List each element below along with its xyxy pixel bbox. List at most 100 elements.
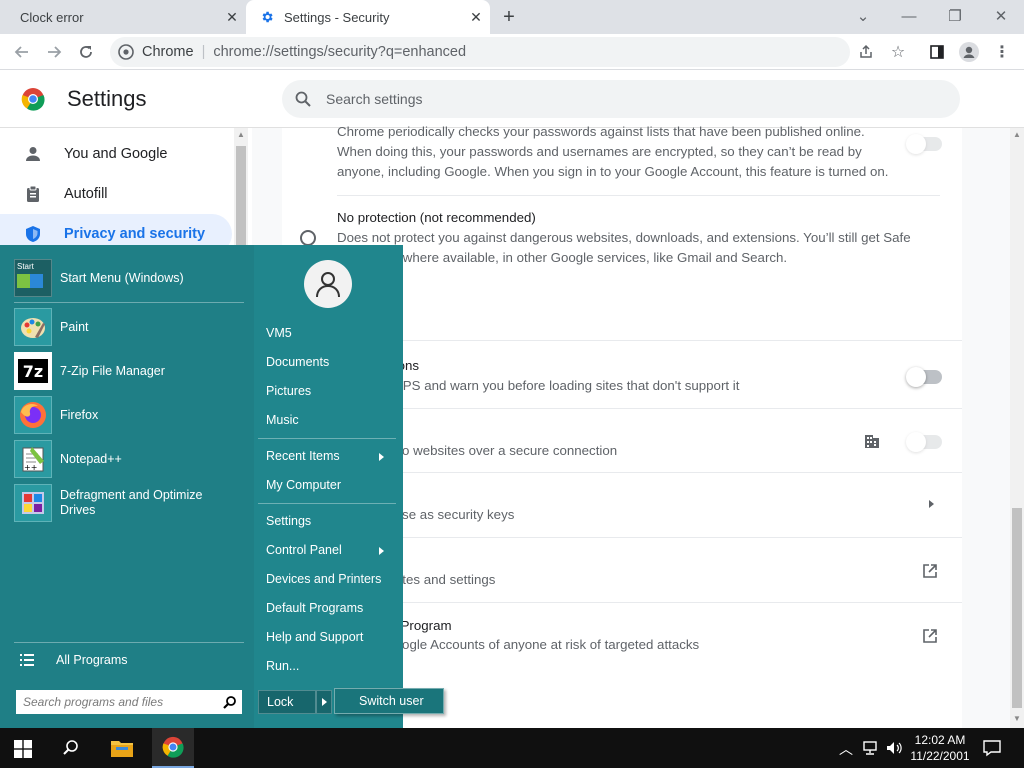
search-programs-input[interactable]: Search programs and files xyxy=(16,690,242,714)
close-tab-icon[interactable]: ✕ xyxy=(468,9,484,25)
scroll-up-arrow-icon[interactable]: ▲ xyxy=(1013,130,1021,139)
shutdown-options-button[interactable] xyxy=(316,690,332,714)
clock-date: 11/22/2001 xyxy=(910,749,970,763)
browser-toolbar: Chrome | chrome://settings/security?q=en… xyxy=(0,34,1024,70)
recent-items-label: Recent Items xyxy=(266,449,340,463)
external-link-icon[interactable] xyxy=(922,563,938,579)
all-programs-button[interactable]: All Programs xyxy=(14,648,250,672)
main-scrollbar[interactable]: ▲ ▼ xyxy=(1010,128,1024,728)
tab-settings-security[interactable]: Settings - Security ✕ xyxy=(246,0,490,34)
settings-link[interactable]: Settings xyxy=(266,514,311,528)
control-panel-link[interactable]: Control Panel xyxy=(266,543,396,557)
music-link[interactable]: Music xyxy=(266,413,299,427)
my-computer-link[interactable]: My Computer xyxy=(266,478,341,492)
program-label: Defragment and Optimize Drives xyxy=(60,488,203,517)
secure-dns-toggle[interactable] xyxy=(906,432,942,452)
search-icon xyxy=(223,695,237,709)
search-placeholder: Search programs and files xyxy=(23,695,164,709)
taskbar-search-icon[interactable] xyxy=(62,739,80,757)
password-warning-toggle[interactable] xyxy=(906,134,942,154)
help-and-support-link[interactable]: Help and Support xyxy=(266,630,363,644)
notifications-icon[interactable] xyxy=(983,739,1001,757)
person-icon xyxy=(24,145,42,163)
program-defragment-drives[interactable]: Defragment and Optimize Drives xyxy=(14,483,250,523)
minimize-button[interactable]: — xyxy=(886,4,932,28)
volume-icon[interactable] xyxy=(886,740,904,756)
back-button[interactable] xyxy=(10,40,34,64)
scroll-up-arrow-icon[interactable]: ▲ xyxy=(237,130,245,139)
user-avatar[interactable] xyxy=(304,260,352,308)
show-hidden-icons-chevron-icon[interactable]: ︿ xyxy=(839,739,853,759)
recent-items-link[interactable]: Recent Items xyxy=(266,449,396,463)
tab-title: Settings - Security xyxy=(284,9,390,25)
control-panel-label: Control Panel xyxy=(266,543,342,557)
program-7zip[interactable]: 7z 7-Zip File Manager xyxy=(14,351,250,391)
divider xyxy=(258,503,396,504)
tab-search-chevron-icon[interactable]: ⌄ xyxy=(840,4,886,28)
address-bar[interactable]: Chrome | chrome://settings/security?q=en… xyxy=(110,37,850,67)
reload-button[interactable] xyxy=(74,40,98,64)
windows-start-icon[interactable] xyxy=(14,740,32,758)
program-start-menu-windows[interactable]: Start Start Menu (Windows) xyxy=(14,258,250,298)
forward-button[interactable] xyxy=(42,40,66,64)
restore-button[interactable]: ❐ xyxy=(932,4,978,28)
program-paint[interactable]: Paint xyxy=(14,307,250,347)
enterprise-building-icon xyxy=(864,433,880,449)
page-title: Settings xyxy=(67,86,147,111)
run-link[interactable]: Run... xyxy=(266,659,299,673)
documents-link[interactable]: Documents xyxy=(266,355,329,369)
divider xyxy=(14,302,244,303)
settings-header: Settings Search settings xyxy=(0,70,1024,128)
clock-time: 12:02 AM xyxy=(914,733,966,747)
devices-and-printers-link[interactable]: Devices and Printers xyxy=(266,572,381,586)
no-protection-description: Does not protect you against dangerous w… xyxy=(337,230,911,265)
start-menu-programs-pane: Start Start Menu (Windows) Paint 7z 7-Zi… xyxy=(0,245,254,728)
scroll-down-arrow-icon[interactable]: ▼ xyxy=(1013,714,1021,723)
scrollbar-thumb[interactable] xyxy=(1012,508,1022,708)
share-icon[interactable] xyxy=(854,40,878,64)
pictures-link[interactable]: Pictures xyxy=(266,384,311,398)
scrollbar-thumb[interactable] xyxy=(236,146,246,246)
user-name-link[interactable]: VM5 xyxy=(266,326,292,340)
lock-button[interactable]: Lock xyxy=(258,690,316,714)
tab-clock-error[interactable]: Clock error ✕ xyxy=(8,0,246,34)
taskbar-chrome-button[interactable] xyxy=(152,728,194,768)
chrome-logo-icon xyxy=(21,87,45,111)
svg-text:++: ++ xyxy=(24,463,37,472)
firefox-icon xyxy=(14,396,52,434)
divider xyxy=(337,195,940,196)
close-window-button[interactable]: ✕ xyxy=(978,4,1024,28)
clock[interactable]: 12:02 AM 11/22/2001 xyxy=(910,732,970,764)
sidebar-item-you-and-google[interactable]: You and Google xyxy=(0,134,232,174)
program-label: Notepad++ xyxy=(60,452,122,466)
close-tab-icon[interactable]: ✕ xyxy=(224,9,240,25)
program-label: Paint xyxy=(60,320,89,334)
file-explorer-icon[interactable] xyxy=(110,737,134,759)
sidebar-item-autofill[interactable]: Autofill xyxy=(0,174,232,214)
menu-dots-icon[interactable]: ⋮ xyxy=(990,40,1014,64)
always-https-toggle[interactable] xyxy=(906,367,942,387)
switch-user-menu-item[interactable]: Switch user xyxy=(334,688,444,714)
chevron-right-icon[interactable] xyxy=(929,500,934,508)
new-tab-button[interactable]: + xyxy=(498,6,520,28)
notepad-plus-plus-icon: ++ xyxy=(14,440,52,478)
program-firefox[interactable]: Firefox xyxy=(14,395,250,435)
side-panel-icon[interactable] xyxy=(925,40,949,64)
submenu-arrow-icon xyxy=(379,453,384,461)
program-notepad-plus-plus[interactable]: ++ Notepad++ xyxy=(14,439,250,479)
paint-icon xyxy=(14,308,52,346)
network-icon[interactable] xyxy=(862,740,880,756)
no-protection-radio[interactable] xyxy=(300,230,316,246)
defrag-icon xyxy=(14,484,52,522)
default-programs-link[interactable]: Default Programs xyxy=(266,601,363,615)
clipboard-icon xyxy=(24,185,42,203)
site-label: Chrome xyxy=(142,44,194,60)
external-link-icon[interactable] xyxy=(922,628,938,644)
profile-avatar-icon[interactable] xyxy=(957,40,981,64)
chevron-right-icon xyxy=(322,698,327,706)
sidebar-item-label: Privacy and security xyxy=(64,226,206,242)
tab-strip: Clock error ✕ Settings - Security ✕ + ⌄ … xyxy=(0,0,1024,34)
bookmark-star-icon[interactable]: ☆ xyxy=(886,40,910,64)
divider xyxy=(14,642,244,643)
search-settings-input[interactable]: Search settings xyxy=(282,80,960,118)
